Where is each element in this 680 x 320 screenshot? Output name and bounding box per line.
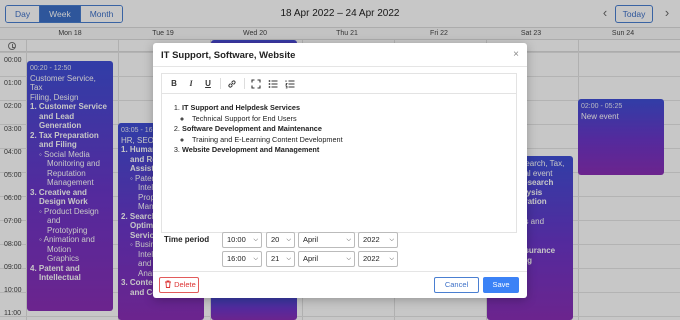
event-edit-dialog: IT Support, Software, Website × B I U 1.… bbox=[153, 43, 527, 298]
chevron-down-icon: ⌵ bbox=[389, 237, 394, 243]
italic-icon[interactable]: I bbox=[185, 78, 197, 90]
chevron-down-icon: ⌵ bbox=[346, 256, 351, 262]
content-sub-list: Training and E-Learning Content Developm… bbox=[182, 135, 506, 146]
start-year-value: 2022 bbox=[363, 235, 380, 244]
chevron-down-icon: ⌵ bbox=[253, 256, 258, 262]
end-day-value: 21 bbox=[271, 254, 280, 263]
start-time-value: 10:00 bbox=[227, 235, 246, 244]
list-item: Software Development and Maintenance Tra… bbox=[182, 124, 506, 145]
editor-toolbar: B I U bbox=[162, 74, 516, 94]
rich-text-editor[interactable]: B I U IT Support and Helpdesk Services T… bbox=[161, 73, 517, 233]
link-icon[interactable] bbox=[226, 78, 238, 90]
sub-list-item: Training and E-Learning Content Developm… bbox=[192, 135, 506, 146]
chevron-down-icon: ⌵ bbox=[389, 256, 394, 262]
start-year-select[interactable]: 2022 ⌵ bbox=[358, 232, 398, 248]
start-month-value: April bbox=[303, 235, 319, 244]
end-month-value: April bbox=[303, 254, 319, 263]
dialog-footer: Delete Cancel Save bbox=[153, 271, 527, 298]
list-item-text: IT Support and Helpdesk Services bbox=[182, 103, 301, 112]
save-button[interactable]: Save bbox=[483, 277, 519, 293]
chevron-down-icon: ⌵ bbox=[286, 256, 291, 262]
bold-icon[interactable]: B bbox=[168, 78, 180, 90]
list-item-text: Website Development and Management bbox=[182, 145, 320, 154]
dialog-title: IT Support, Software, Website bbox=[161, 50, 296, 61]
start-day-value: 20 bbox=[271, 235, 280, 244]
dialog-header: IT Support, Software, Website × bbox=[153, 43, 527, 67]
end-day-select[interactable]: 21 ⌵ bbox=[266, 251, 295, 267]
underline-icon[interactable]: U bbox=[202, 78, 214, 90]
list-item: IT Support and Helpdesk Services Technic… bbox=[182, 103, 506, 124]
sub-list-item: Technical Support for End Users bbox=[192, 114, 506, 125]
start-month-select[interactable]: April ⌵ bbox=[298, 232, 355, 248]
list-item-text: Software Development and Maintenance bbox=[182, 124, 322, 133]
time-period-label: Time period bbox=[164, 235, 210, 244]
content-sub-list: Technical Support for End Users bbox=[182, 114, 506, 125]
editor-content[interactable]: IT Support and Helpdesk Services Technic… bbox=[162, 94, 516, 165]
start-time-select[interactable]: 10:00 ⌵ bbox=[222, 232, 262, 248]
toolbar-divider bbox=[244, 78, 245, 89]
end-time-value: 16:00 bbox=[227, 254, 246, 263]
bulleted-list-icon[interactable] bbox=[267, 78, 279, 90]
delete-button[interactable]: Delete bbox=[159, 277, 199, 293]
fullscreen-icon[interactable] bbox=[250, 78, 262, 90]
chevron-down-icon: ⌵ bbox=[286, 237, 291, 243]
numbered-list-icon[interactable] bbox=[284, 78, 296, 90]
cancel-button[interactable]: Cancel bbox=[434, 277, 479, 293]
end-time-select[interactable]: 16:00 ⌵ bbox=[222, 251, 262, 267]
content-numbered-list: IT Support and Helpdesk Services Technic… bbox=[172, 103, 506, 156]
end-year-select[interactable]: 2022 ⌵ bbox=[358, 251, 398, 267]
close-icon[interactable]: × bbox=[513, 49, 519, 60]
delete-label: Delete bbox=[174, 280, 196, 289]
start-day-select[interactable]: 20 ⌵ bbox=[266, 232, 295, 248]
toolbar-divider bbox=[220, 78, 221, 89]
end-month-select[interactable]: April ⌵ bbox=[298, 251, 355, 267]
trash-icon bbox=[164, 280, 174, 289]
end-year-value: 2022 bbox=[363, 254, 380, 263]
list-item: Website Development and Management bbox=[182, 145, 506, 156]
chevron-down-icon: ⌵ bbox=[346, 237, 351, 243]
chevron-down-icon: ⌵ bbox=[253, 237, 258, 243]
